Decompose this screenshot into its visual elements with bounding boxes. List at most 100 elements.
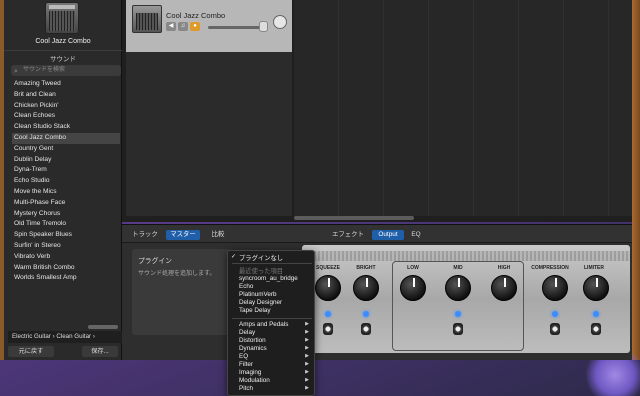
volume-slider[interactable] [208,26,264,29]
eq-led [455,311,461,317]
plugin-title: プラグイン [138,258,172,265]
library-scrollbar[interactable] [88,325,118,329]
squeeze-knob[interactable] [315,275,341,301]
submenu-arrow-icon: ▶ [305,369,309,375]
low-knob[interactable] [400,275,426,301]
plugin-description: サウンド処理を追加します。 [138,271,216,277]
bright-switch[interactable] [361,323,371,335]
library-sound-item[interactable]: Chicken Pickin' [12,101,120,112]
save-button[interactable]: 保存... [82,346,118,357]
limiter-led [593,311,599,317]
library-sound-list: Amazing Tweed Brit and Clean Chicken Picki… [12,79,120,284]
library-breadcrumb[interactable]: Electric Guitar › Clean Guitar › [8,331,122,343]
plugin-menu: ✓ プラグインなし 最近使った項目 syncroom_au_bridge Ech… [227,250,315,396]
library-sound-item[interactable]: Clean Echoes [12,111,120,122]
squeeze-switch[interactable] [323,323,333,335]
pan-knob[interactable] [273,15,287,29]
output-amp-panel: SQUEEZE BRIGHT LOW MID HIGH COMPRESSION … [302,245,630,353]
knob-label-low: LOW [407,265,419,271]
search-placeholder: サウンドを検索 [23,67,66,73]
timeline-scrollbar[interactable] [294,216,414,220]
compression-led [552,311,558,317]
knob-label-bright: BRIGHT [356,265,376,271]
library-sound-item[interactable]: Dublin Delay [12,155,120,166]
limiter-switch[interactable] [591,323,601,335]
search-icon: ⌕ [14,68,18,75]
library-sound-item[interactable]: Surfin' in Stereo [12,241,120,252]
tab-track[interactable]: トラック [130,230,160,240]
chevron-icon: › [92,333,95,340]
library-sound-item[interactable]: Clean Studio Stack [12,122,120,133]
library-sound-item[interactable]: Spin Speaker Blues [12,230,120,241]
record-arm-icon[interactable]: ● [190,22,200,31]
volume-slider-handle[interactable] [259,21,268,32]
menu-item-recent[interactable]: Delay Designer [239,299,282,306]
bright-knob[interactable] [353,275,379,301]
amp-track-icon [132,5,162,33]
library-sound-item[interactable]: Brit and Clean [12,90,120,101]
menu-category[interactable]: Imaging [239,369,261,376]
submenu-arrow-icon: ▶ [305,337,309,343]
mute-speaker-icon[interactable]: ◀ [166,22,176,31]
menu-item-recent[interactable]: Tape Delay [239,307,271,314]
menu-category[interactable]: Delay [239,329,255,336]
submenu-arrow-icon: ▶ [305,361,309,367]
plugin-pane: プラグイン サウンド処理を追加します。 [132,249,232,335]
library-sound-item[interactable]: Cool Jazz Combo [12,132,120,144]
compression-switch[interactable] [550,323,560,335]
menu-category[interactable]: Dynamics [239,345,267,352]
submenu-arrow-icon: ▶ [305,321,309,327]
tab-master[interactable]: マスター [166,230,200,240]
knob-label-limiter: LIMITER [584,265,604,271]
menu-category[interactable]: Filter [239,361,253,368]
library-sound-item[interactable]: Old Time Tremolo [12,219,120,230]
library-sound-item[interactable]: Mystery Chorus [12,209,120,220]
high-knob[interactable] [491,275,517,301]
library-sound-item[interactable]: Dyna-Trem [12,165,120,176]
headphones-icon[interactable]: ♫ [178,22,188,31]
track-name[interactable]: Cool Jazz Combo [166,11,225,20]
mid-knob[interactable] [445,275,471,301]
tab-eq[interactable]: EQ [408,230,424,240]
breadcrumb-item[interactable]: Clean Guitar [56,333,91,340]
menu-category[interactable]: EQ [239,353,248,360]
submenu-arrow-icon: ▶ [305,345,309,351]
breadcrumb-item[interactable]: Electric Guitar [12,333,51,340]
track-header[interactable]: Cool Jazz Combo ◀ ♫ ● [126,0,292,52]
menu-category[interactable]: Pitch [239,385,253,392]
tab-effects[interactable]: エフェクト [328,230,368,240]
library-sound-item[interactable]: Multi-Phase Face [12,198,120,209]
menu-item-no-plugin[interactable]: プラグインなし [239,253,283,262]
compression-knob[interactable] [542,275,568,301]
menu-item-recent[interactable]: PlatinumVerb [239,291,276,298]
menu-category[interactable]: Amps and Pedals [239,321,288,328]
eq-switch[interactable] [453,323,463,335]
library-sound-item[interactable]: Move the Mics [12,187,120,198]
menu-item-recent[interactable]: Echo [239,283,253,290]
limiter-knob[interactable] [583,275,609,301]
library-divider [4,50,122,51]
library-sound-item[interactable]: Country Gent [12,144,120,155]
library-sound-item[interactable]: Warm British Combo [12,263,120,274]
smart-controls-panel: トラック マスター 比較 エフェクト Output EQ プラグイン サウンド処… [122,224,632,360]
menu-separator [232,263,312,264]
menu-category[interactable]: Distortion [239,337,266,344]
tab-output[interactable]: Output [372,230,404,240]
library-panel: Cool Jazz Combo サウンド ⌕ サウンドを検索 Amazing T… [4,0,122,360]
library-sound-item[interactable]: Amazing Tweed [12,79,120,90]
revert-button[interactable]: 元に戻す [8,346,54,357]
bright-led [363,311,369,317]
library-search-input[interactable]: ⌕ サウンドを検索 [11,65,121,76]
window-frame-right [632,0,640,360]
menu-separator [232,318,312,319]
library-sound-item[interactable]: Echo Studio [12,176,120,187]
library-section-title: サウンド [50,56,76,63]
tab-compare[interactable]: 比較 [208,230,228,240]
menu-item-recent[interactable]: syncroom_au_bridge [239,275,298,282]
library-sound-item[interactable]: Vibrato Verb [12,252,120,263]
timeline-workspace[interactable] [294,0,632,216]
library-sound-item[interactable]: Worlds Smallest Amp [12,273,120,284]
menu-category[interactable]: Modulation [239,377,270,384]
menu-recent-header: 最近使った項目 [239,268,284,275]
checkmark-icon: ✓ [231,254,237,260]
